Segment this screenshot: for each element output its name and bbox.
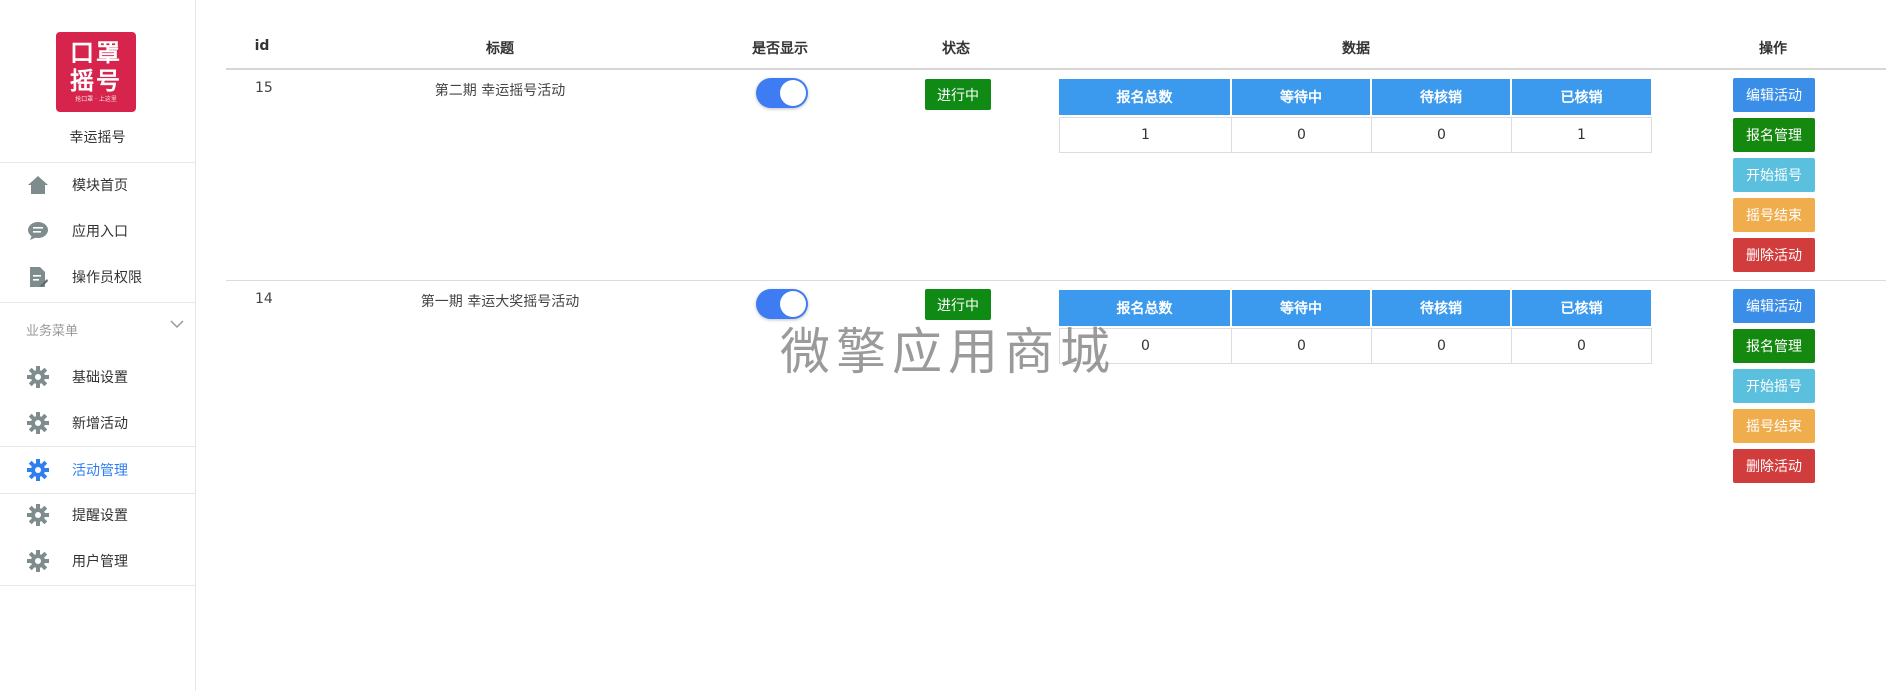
signup-management-button[interactable]: 报名管理 (1733, 329, 1815, 363)
sidebar-item-app-entry[interactable]: 应用入口 (0, 208, 195, 254)
stat-header-waiting: 等待中 (1232, 79, 1370, 115)
row-divider (226, 280, 1886, 281)
column-header-show: 是否显示 (752, 41, 808, 57)
divider (0, 585, 195, 586)
gear-icon (26, 365, 50, 389)
chat-icon (26, 219, 50, 243)
sidebar-item-label: 提醒设置 (72, 508, 128, 524)
divider (0, 302, 195, 303)
stat-value-pending: 0 (1371, 328, 1512, 364)
menu-group-title: 业务菜单 (26, 324, 79, 339)
chevron-down-icon[interactable] (170, 317, 184, 333)
stat-header-pending: 待核销 (1372, 79, 1510, 115)
logo-text-line2: 摇号 (70, 67, 122, 95)
app-logo: 口罩 摇号 抢口罩 · 上这里 (56, 32, 136, 112)
column-header-ops: 操作 (1759, 41, 1787, 57)
gear-icon (26, 411, 50, 435)
delete-activity-button[interactable]: 删除活动 (1733, 449, 1815, 483)
gear-icon (26, 458, 50, 482)
stat-header-total: 报名总数 (1059, 79, 1230, 115)
column-header-id: id (254, 38, 270, 54)
stat-header-verified: 已核销 (1512, 79, 1651, 115)
sidebar-item-activity-management[interactable]: 活动管理 (0, 446, 195, 494)
stat-value-waiting: 0 (1231, 117, 1372, 153)
sidebar-item-label: 用户管理 (72, 554, 128, 570)
sidebar-item-reminder-settings[interactable]: 提醒设置 (0, 492, 195, 538)
end-draw-button[interactable]: 摇号结束 (1733, 198, 1815, 232)
start-draw-button[interactable]: 开始摇号 (1733, 158, 1815, 192)
sidebar-item-label: 操作员权限 (72, 270, 142, 286)
sidebar: 口罩 摇号 抢口罩 · 上这里 幸运摇号 模块首页 应用入口 操作员权限 业务菜… (0, 0, 196, 691)
document-edit-icon (26, 265, 50, 289)
stat-header-waiting: 等待中 (1232, 290, 1370, 326)
sidebar-item-add-activity[interactable]: 新增活动 (0, 400, 195, 446)
column-header-data: 数据 (1342, 41, 1370, 57)
row-title: 第一期 幸运大奖摇号活动 (420, 294, 580, 310)
sidebar-item-label: 活动管理 (72, 463, 128, 479)
delete-activity-button[interactable]: 删除活动 (1733, 238, 1815, 272)
sidebar-item-operator-permissions[interactable]: 操作员权限 (0, 254, 195, 300)
logo-text-line1: 口罩 (70, 39, 122, 67)
gear-icon (26, 549, 50, 573)
sidebar-item-label: 新增活动 (72, 416, 128, 432)
sidebar-item-user-management[interactable]: 用户管理 (0, 538, 195, 584)
sidebar-item-label: 应用入口 (72, 224, 128, 240)
status-badge[interactable]: 进行中 (925, 79, 991, 110)
sidebar-item-basic-settings[interactable]: 基础设置 (0, 354, 195, 400)
end-draw-button[interactable]: 摇号结束 (1733, 409, 1815, 443)
gear-icon (26, 503, 50, 527)
sidebar-item-label: 基础设置 (72, 370, 128, 386)
show-toggle[interactable] (756, 78, 808, 108)
logo-tagline: 抢口罩 · 上这里 (75, 96, 117, 103)
row-title: 第二期 幸运摇号活动 (434, 83, 566, 99)
stat-value-pending: 0 (1371, 117, 1512, 153)
toggle-knob (780, 80, 806, 106)
column-header-title: 标题 (486, 41, 514, 57)
row-id: 15 (255, 80, 273, 96)
row-id: 14 (255, 291, 273, 307)
sidebar-item-home[interactable]: 模块首页 (0, 162, 195, 208)
stat-value-verified: 1 (1511, 117, 1652, 153)
stat-value-total: 1 (1059, 117, 1232, 153)
app-name: 幸运摇号 (69, 130, 126, 146)
stat-header-verified: 已核销 (1512, 290, 1651, 326)
stat-value-waiting: 0 (1231, 328, 1372, 364)
stat-value-verified: 0 (1511, 328, 1652, 364)
watermark: 微擎应用商城 (780, 323, 1116, 381)
edit-activity-button[interactable]: 编辑活动 (1733, 78, 1815, 112)
home-icon (26, 173, 50, 197)
stat-header-pending: 待核销 (1372, 290, 1510, 326)
edit-activity-button[interactable]: 编辑活动 (1733, 289, 1815, 323)
column-header-status: 状态 (942, 41, 970, 57)
header-divider (226, 68, 1886, 70)
start-draw-button[interactable]: 开始摇号 (1733, 369, 1815, 403)
sidebar-item-label: 模块首页 (72, 178, 128, 194)
signup-management-button[interactable]: 报名管理 (1733, 118, 1815, 152)
